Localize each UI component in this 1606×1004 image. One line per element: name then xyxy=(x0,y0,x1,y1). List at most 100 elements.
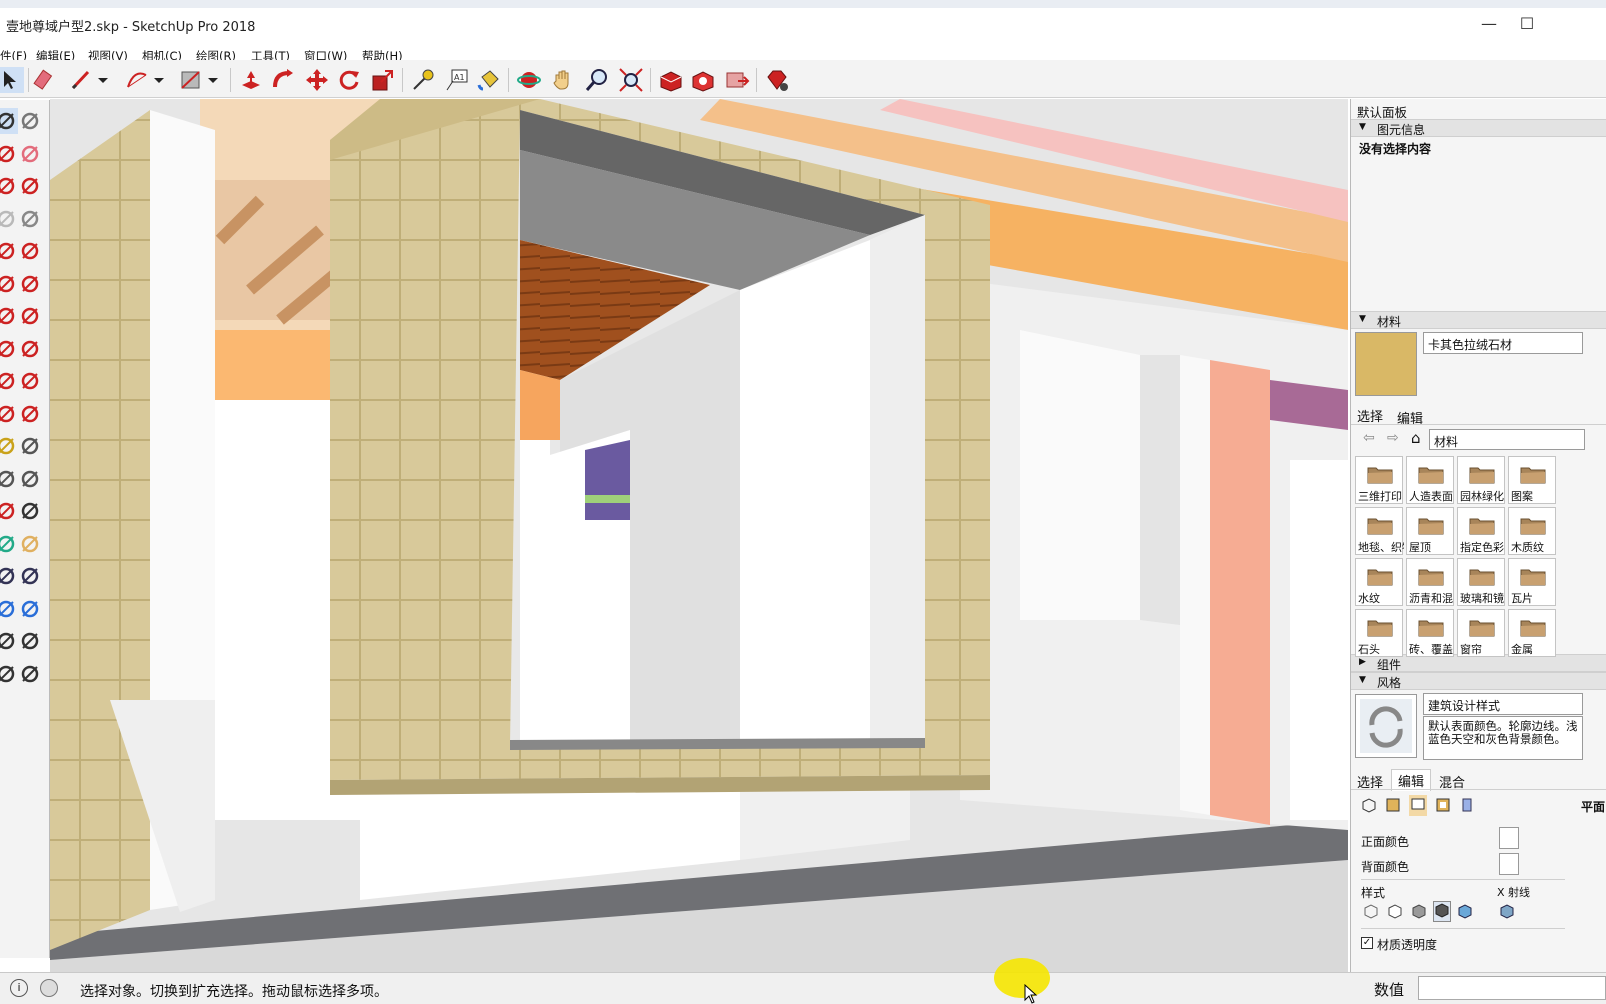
front-color-swatch[interactable] xyxy=(1499,827,1519,849)
minimize-button[interactable]: — xyxy=(1474,14,1504,34)
pan-icon[interactable] xyxy=(18,531,42,557)
forward-arrow-icon[interactable]: ⇨ xyxy=(1387,430,1399,446)
look-around-icon[interactable] xyxy=(18,628,42,654)
select-icon[interactable] xyxy=(0,108,18,134)
xray-toggle-icon[interactable] xyxy=(1499,903,1515,922)
pencil-icon[interactable] xyxy=(68,67,94,93)
move-icon[interactable] xyxy=(0,336,18,362)
shaded-style-icon[interactable] xyxy=(1411,903,1427,922)
face-settings-icon[interactable] xyxy=(1385,797,1401,816)
rotate-icon[interactable] xyxy=(0,368,18,394)
style-thumbnail[interactable] xyxy=(1355,694,1417,758)
edge-settings-icon[interactable] xyxy=(1361,797,1377,816)
text-label-icon[interactable]: A1 xyxy=(444,67,470,93)
material-library-select[interactable]: 材料 xyxy=(1429,429,1585,450)
back-color-swatch[interactable] xyxy=(1499,853,1519,875)
drawing-area[interactable] xyxy=(50,99,1348,972)
measurements-input[interactable] xyxy=(1418,976,1606,1000)
transparency-checkbox[interactable]: ✓ xyxy=(1361,937,1373,949)
material-swatch[interactable] xyxy=(1355,332,1417,396)
polygon-icon[interactable] xyxy=(18,238,42,264)
text-icon[interactable] xyxy=(18,466,42,492)
monochrome-style-icon[interactable] xyxy=(1457,903,1473,922)
rectangle-icon[interactable] xyxy=(0,206,18,232)
styles-tab-edit[interactable]: 编辑 xyxy=(1391,769,1432,791)
push-pull-icon[interactable] xyxy=(238,67,264,93)
line-icon[interactable] xyxy=(0,173,18,199)
material-folder-tile[interactable]: 指定色彩 xyxy=(1457,507,1505,555)
entity-info-header[interactable]: ▼ 图元信息 xyxy=(1351,119,1606,137)
hidden-line-style-icon[interactable] xyxy=(1387,903,1403,922)
maximize-button[interactable]: ☐ xyxy=(1512,14,1542,34)
tape-measure-icon[interactable] xyxy=(410,67,436,93)
paint-bucket-icon[interactable] xyxy=(476,67,502,93)
zoom-icon[interactable] xyxy=(0,563,18,589)
orbit-icon[interactable] xyxy=(516,67,542,93)
dropdown-icon[interactable] xyxy=(206,67,220,93)
user-credits-icon[interactable] xyxy=(40,979,58,997)
arc-icon[interactable] xyxy=(0,271,18,297)
offset-icon[interactable] xyxy=(18,401,42,427)
freehand-icon[interactable] xyxy=(18,173,42,199)
material-folder-tile[interactable]: 窗帘 xyxy=(1457,609,1505,657)
axes-icon[interactable] xyxy=(0,498,18,524)
shaded-textures-style-icon[interactable] xyxy=(1433,901,1451,922)
tape-measure-icon[interactable] xyxy=(0,433,18,459)
ruby-console-icon[interactable] xyxy=(764,67,790,93)
follow-me-icon[interactable] xyxy=(270,67,296,93)
scale-icon[interactable] xyxy=(0,401,18,427)
push-pull-icon[interactable] xyxy=(18,336,42,362)
rotated-rectangle-icon[interactable] xyxy=(18,206,42,232)
pie-icon[interactable] xyxy=(18,303,42,329)
material-folder-tile[interactable]: 玻璃和镜 xyxy=(1457,558,1505,606)
zoom-extents-icon[interactable] xyxy=(618,67,644,93)
pan-icon[interactable] xyxy=(550,67,576,93)
walk-icon[interactable] xyxy=(0,661,18,687)
back-arrow-icon[interactable]: ⇦ xyxy=(1363,430,1375,446)
previous-view-icon[interactable] xyxy=(18,596,42,622)
geo-location-icon[interactable]: i xyxy=(10,979,28,997)
styles-header[interactable]: ▼ 风格 xyxy=(1351,672,1606,690)
section-plane-icon[interactable] xyxy=(18,661,42,687)
home-icon[interactable]: ⌂ xyxy=(1411,429,1421,447)
material-folder-tile[interactable]: 石头 xyxy=(1355,609,1403,657)
make-component-icon[interactable] xyxy=(18,108,42,134)
material-folder-tile[interactable]: 园林绿化 xyxy=(1457,456,1505,504)
watermark-settings-icon[interactable] xyxy=(1435,797,1451,816)
material-folder-tile[interactable]: 沥青和混 xyxy=(1406,558,1454,606)
3d-text-icon[interactable] xyxy=(18,498,42,524)
scale-icon[interactable] xyxy=(370,67,396,93)
material-folder-tile[interactable]: 水纹 xyxy=(1355,558,1403,606)
two-point-arc-icon[interactable] xyxy=(18,271,42,297)
materials-header[interactable]: ▼ 材料 xyxy=(1351,311,1606,329)
follow-me-icon[interactable] xyxy=(18,368,42,394)
rectangle-icon[interactable] xyxy=(178,67,204,93)
material-folder-tile[interactable]: 地毯、织物 xyxy=(1355,507,1404,555)
material-folder-tile[interactable]: 屋顶 xyxy=(1406,507,1454,555)
material-folder-tile[interactable]: 金属 xyxy=(1508,609,1556,657)
paint-bucket-icon[interactable] xyxy=(0,141,18,167)
send-to-layout-icon[interactable] xyxy=(724,67,750,93)
material-folder-tile[interactable]: 人造表面 xyxy=(1406,456,1454,504)
extension-warehouse-icon[interactable] xyxy=(690,67,716,93)
position-camera-icon[interactable] xyxy=(0,628,18,654)
material-folder-tile[interactable]: 图案 xyxy=(1508,456,1556,504)
material-folder-tile[interactable]: 三维打印 xyxy=(1355,456,1403,504)
material-folder-tile[interactable]: 砖、覆盖 xyxy=(1406,609,1454,657)
zoom-icon[interactable] xyxy=(584,67,610,93)
material-folder-tile[interactable]: 瓦片 xyxy=(1508,558,1556,606)
warehouse-icon[interactable] xyxy=(658,67,684,93)
style-name-field[interactable]: 建筑设计样式 xyxy=(1423,693,1583,715)
eraser-icon[interactable] xyxy=(18,141,42,167)
protractor-icon[interactable] xyxy=(0,466,18,492)
dimension-icon[interactable] xyxy=(18,433,42,459)
modeling-settings-icon[interactable] xyxy=(1459,797,1475,816)
background-settings-icon[interactable] xyxy=(1409,795,1427,816)
dropdown-icon[interactable] xyxy=(96,67,110,93)
move-icon[interactable] xyxy=(304,67,330,93)
rotate-icon[interactable] xyxy=(336,67,362,93)
select-icon[interactable] xyxy=(0,67,24,93)
orbit-icon[interactable] xyxy=(0,531,18,557)
circle-icon[interactable] xyxy=(0,238,18,264)
eraser-icon[interactable] xyxy=(32,67,58,93)
